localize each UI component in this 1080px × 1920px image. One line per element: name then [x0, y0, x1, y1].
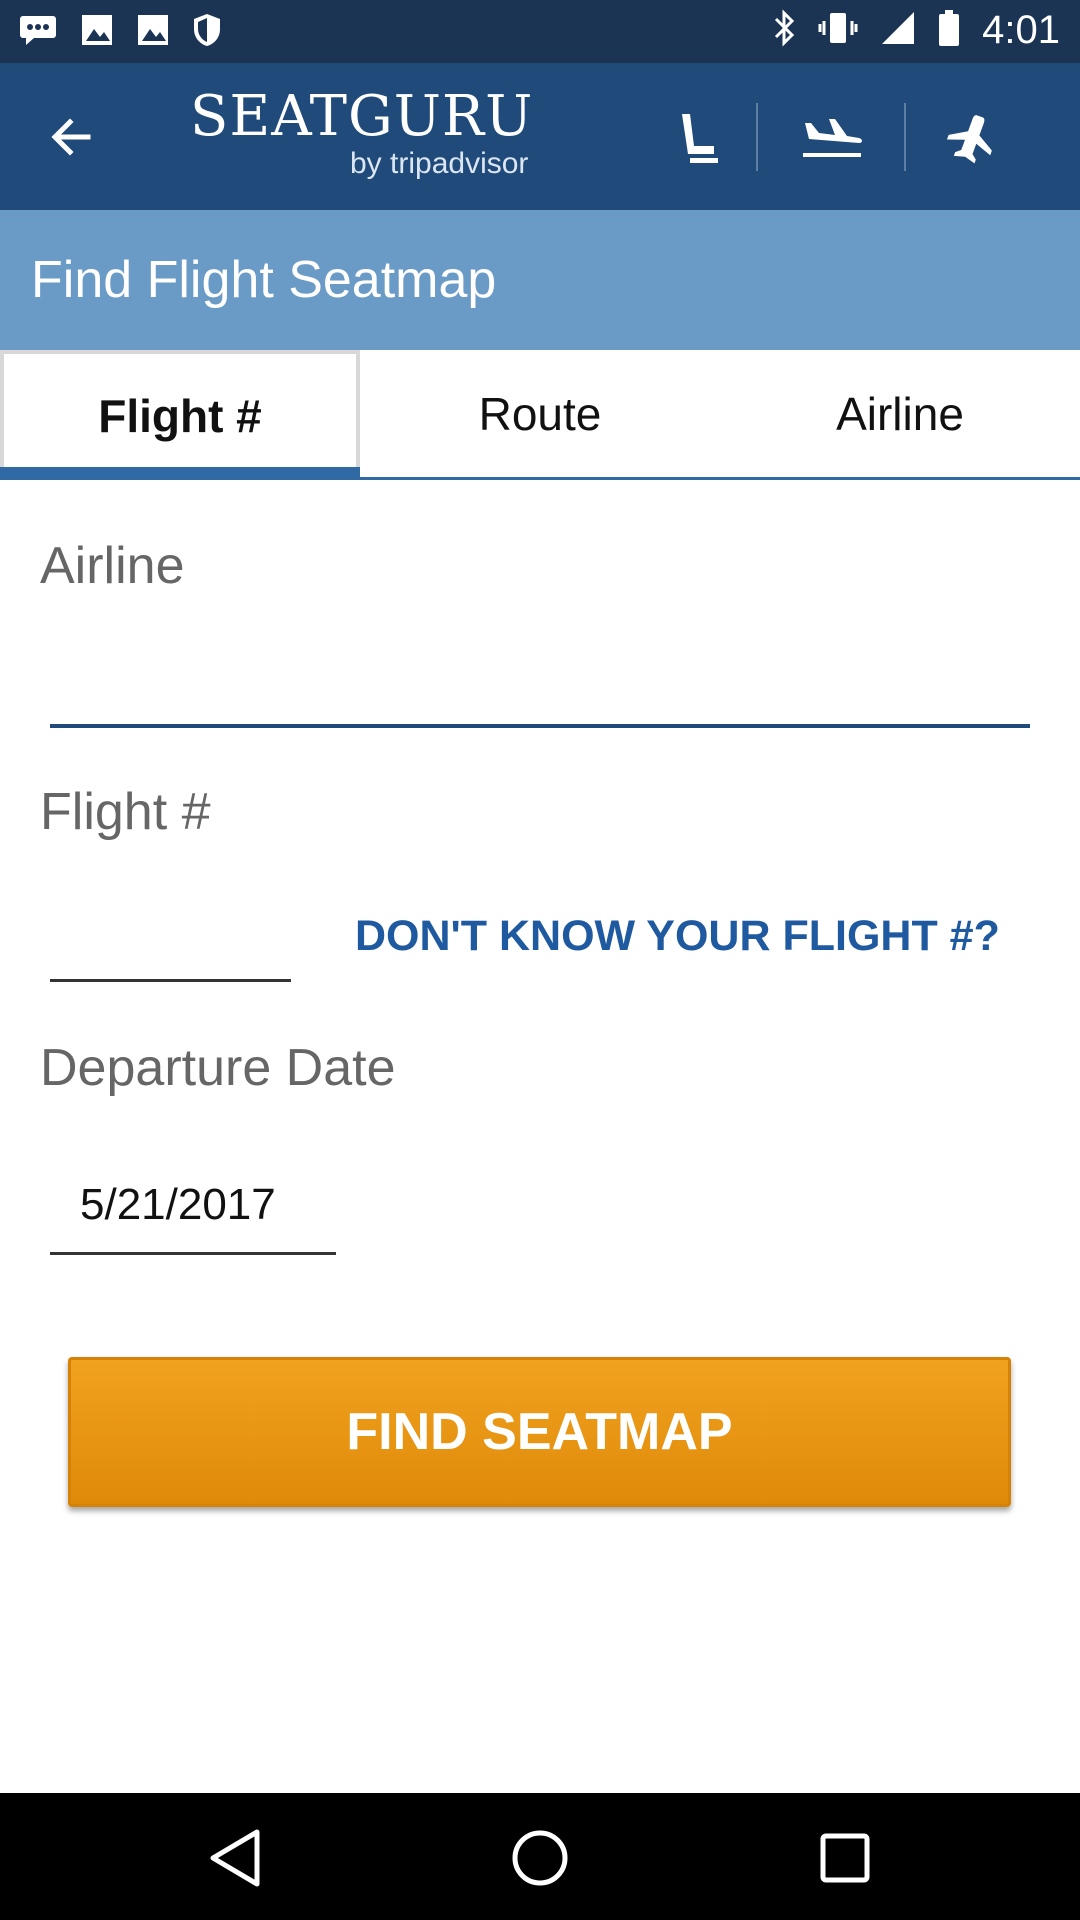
back-arrow-icon: [51, 118, 91, 156]
tab-flight-number[interactable]: Flight #: [0, 350, 360, 477]
home-circle-icon: [512, 1830, 568, 1886]
departure-date-label: Departure Date: [40, 1039, 396, 1097]
battery-icon: [938, 9, 960, 52]
shield-icon: [192, 12, 222, 53]
title-band: Find Flight Seatmap: [0, 210, 1080, 350]
status-bar: 4:01: [0, 0, 1080, 63]
system-recents-button[interactable]: [810, 1823, 880, 1893]
system-back-button[interactable]: [200, 1823, 270, 1893]
departure-date-underline: [50, 1252, 336, 1255]
airplane-icon: [946, 115, 992, 164]
flight-status-nav-button[interactable]: [792, 103, 872, 173]
image-icon: [136, 13, 170, 52]
tab-route[interactable]: Route: [360, 350, 720, 477]
image-icon: [80, 13, 114, 52]
nav-divider: [756, 103, 758, 171]
tab-airline[interactable]: Airline: [720, 350, 1080, 477]
seat-icon: [682, 114, 718, 163]
arrivals-icon: [803, 119, 862, 157]
flight-number-underline: [50, 979, 291, 982]
logo-sub-text: by tripadvisor: [350, 147, 529, 180]
seatmap-nav-button[interactable]: [658, 103, 738, 173]
status-time: 4:01: [982, 8, 1060, 52]
vibrate-icon: [818, 9, 858, 52]
flights-nav-button[interactable]: [932, 103, 1012, 173]
nav-divider: [904, 103, 906, 171]
system-nav-bar: [0, 1793, 1080, 1920]
flight-number-label: Flight #: [40, 783, 211, 841]
system-home-button[interactable]: [505, 1823, 575, 1893]
status-right-icons: 4:01: [772, 8, 1060, 53]
status-left-icons: [18, 12, 222, 53]
back-button[interactable]: [40, 107, 100, 167]
logo-main-text: SEATGURU: [190, 84, 534, 149]
find-seatmap-button[interactable]: FIND SEATMAP: [68, 1357, 1011, 1507]
departure-date-input[interactable]: 5/21/2017: [80, 1180, 276, 1230]
dont-know-flight-link[interactable]: DON'T KNOW YOUR FLIGHT #?: [355, 912, 1000, 961]
active-tab-indicator: [0, 467, 360, 477]
app-bar: SEATGURU by tripadvisor: [0, 63, 1080, 210]
tab-bar: Flight # Route Airline: [0, 350, 1080, 480]
back-triangle-icon: [210, 1829, 260, 1887]
airline-label: Airline: [40, 537, 185, 595]
signal-icon: [880, 10, 916, 51]
page-title: Find Flight Seatmap: [31, 251, 497, 309]
recents-square-icon: [820, 1833, 870, 1883]
airline-input-underline: [50, 724, 1030, 728]
seatguru-logo: SEATGURU by tripadvisor: [190, 87, 590, 187]
message-icon: [18, 14, 58, 51]
bluetooth-icon: [772, 9, 796, 52]
